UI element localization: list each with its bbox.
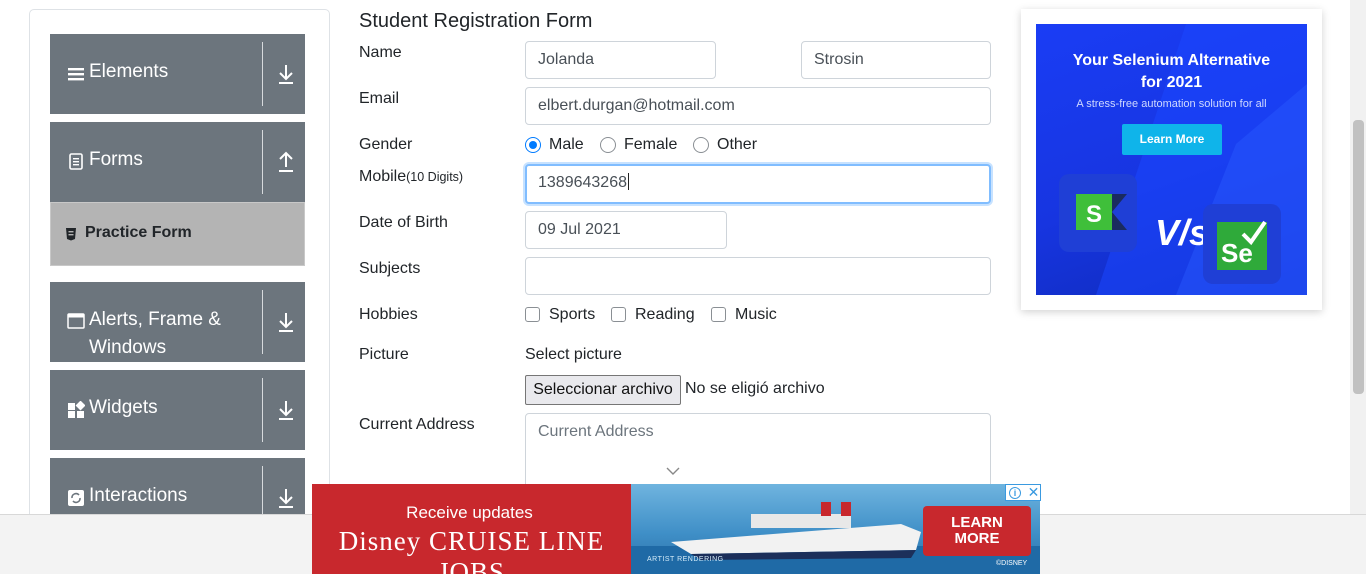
disney-cruise-banner-ad[interactable]: Receive updates Disney CRUISE LINE JOBS … (312, 484, 1040, 574)
last-name-input[interactable]: Strosin (801, 41, 991, 79)
ad-title-line2: for 2021 (1140, 74, 1203, 91)
scrollbar-thumb[interactable] (1353, 120, 1364, 394)
mobile-input[interactable]: 1389643268 (525, 164, 991, 204)
hobby-sports-label[interactable]: Sports (549, 305, 595, 325)
download-arrow-icon[interactable] (277, 311, 295, 333)
mobile-label-text: Mobile (359, 168, 407, 185)
hobby-reading-checkbox[interactable] (611, 307, 626, 322)
selenium-logo-icon: Se (1203, 204, 1281, 284)
choose-file-button[interactable]: Seleccionar archivo (525, 375, 681, 405)
dob-label: Date of Birth (359, 214, 448, 231)
hobby-reading-label[interactable]: Reading (635, 305, 695, 325)
select-picture-label: Select picture (525, 346, 622, 363)
mobile-hint: (10 Digits) (406, 170, 464, 184)
hamburger-icon (68, 68, 84, 81)
divider (262, 290, 263, 354)
selenium-alternative-ad[interactable]: Your Selenium Alternative for 2021 A stre… (1036, 24, 1307, 295)
gender-male-label[interactable]: Male (549, 135, 584, 155)
info-icon[interactable]: i (1009, 487, 1021, 499)
form-title: Student Registration Form (359, 10, 593, 32)
sidebar-group-elements[interactable]: Elements (50, 34, 305, 114)
hobbies-label: Hobbies (359, 306, 418, 323)
chevron-down-icon (666, 467, 680, 475)
katalon-logo-icon: S (1059, 174, 1137, 252)
banner-copyright: ©DISNEY (996, 560, 1028, 567)
divider (262, 42, 263, 106)
sidebar-group-forms[interactable]: Forms (50, 122, 305, 202)
gender-label: Gender (359, 136, 413, 153)
html5-icon (66, 228, 76, 241)
banner-line1: Receive updates (406, 503, 533, 522)
file-status-text: No se eligió archivo (685, 380, 825, 397)
gender-other-radio[interactable] (693, 137, 709, 153)
ad-versus-text: V/s (1155, 212, 1210, 253)
sidebar-group-label: Widgets (89, 397, 158, 418)
sidebar-group-label: Interactions (89, 485, 188, 506)
email-label: Email (359, 90, 400, 107)
sidebar-group-alerts[interactable]: Alerts, Frame & Windows (50, 282, 305, 362)
gender-female-radio[interactable] (600, 137, 616, 153)
refresh-icon (68, 490, 84, 506)
hobby-sports-checkbox[interactable] (525, 307, 540, 322)
email-input[interactable]: elbert.durgan@hotmail.com (525, 87, 991, 125)
document-icon (69, 153, 83, 170)
gender-female-label[interactable]: Female (624, 135, 677, 155)
download-arrow-icon[interactable] (277, 487, 295, 509)
svg-text:S: S (1086, 201, 1102, 228)
sidebar-group-widgets[interactable]: Widgets (50, 370, 305, 450)
ad-learn-more-button[interactable]: Learn More (1122, 124, 1222, 155)
banner-learn-more-button[interactable]: LEARN MORE (923, 506, 1031, 556)
subjects-input[interactable] (525, 257, 991, 295)
mobile-label: Mobile(10 Digits) (359, 167, 463, 187)
sidebar-group-label: Forms (89, 149, 143, 170)
banner-caption: ARTIST RENDERING (647, 556, 724, 563)
gender-other-label[interactable]: Other (717, 135, 757, 155)
close-icon[interactable]: ✕ (1026, 485, 1041, 500)
ad-choices-widget[interactable]: i ✕ (1005, 484, 1041, 501)
mobile-value: 1389643268 (538, 174, 627, 191)
gender-male-radio[interactable] (525, 137, 541, 153)
date-of-birth-input[interactable]: 09 Jul 2021 (525, 211, 727, 249)
ad-title: Your Selenium Alternative for 2021 (1036, 50, 1307, 94)
banner-line2: Disney CRUISE LINE JOBS (338, 526, 605, 574)
sidebar-item-label: Practice Form (85, 224, 192, 241)
sidebar-group-label-line2: Windows (89, 337, 167, 358)
sidebar-group-label: Elements (89, 61, 169, 82)
subjects-label: Subjects (359, 260, 421, 277)
download-arrow-icon[interactable] (277, 399, 295, 421)
upload-arrow-icon[interactable] (277, 151, 295, 173)
grid-icon (68, 401, 85, 418)
picture-label: Picture (359, 346, 409, 363)
download-arrow-icon[interactable] (277, 63, 295, 85)
ad-subtitle: A stress-free automation solution for al… (1076, 98, 1267, 110)
divider (262, 130, 263, 194)
page: Elements Forms Practice Form Alerts, Fra… (0, 0, 1366, 574)
name-label: Name (359, 44, 402, 61)
hobby-music-checkbox[interactable] (711, 307, 726, 322)
banner-button-line1: LEARN (951, 514, 1003, 531)
first-name-input[interactable]: Jolanda (525, 41, 716, 79)
sidebar-item-practice-form[interactable]: Practice Form (50, 202, 305, 266)
hobby-music-label[interactable]: Music (735, 305, 777, 325)
selenium-logo-text: Se (1221, 238, 1253, 268)
window-icon (67, 313, 85, 329)
divider (262, 378, 263, 442)
sidebar-group-label: Alerts, Frame & (89, 309, 221, 330)
ad-title-line1: Your Selenium Alternative (1072, 52, 1271, 69)
banner-button-line2: MORE (954, 530, 1000, 547)
current-address-textarea[interactable]: Current Address (525, 413, 991, 493)
address-label: Current Address (359, 416, 475, 433)
text-caret (627, 173, 629, 190)
